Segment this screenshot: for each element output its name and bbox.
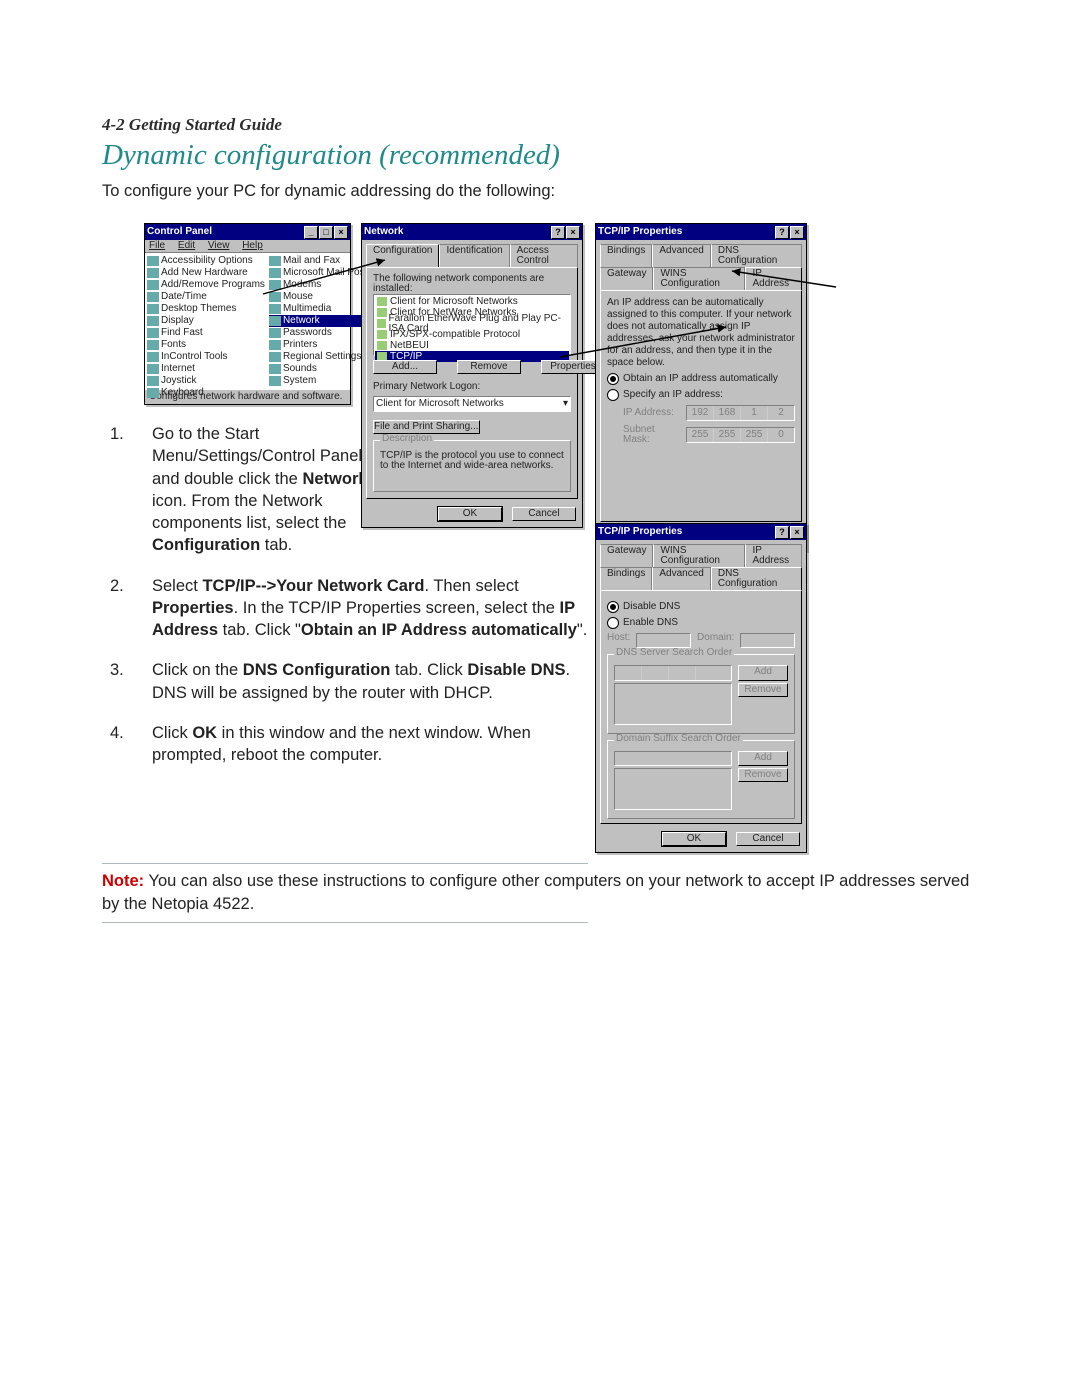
tab-wins[interactable]: WINS Configuration [653, 544, 745, 567]
cp-item[interactable]: Desktop Themes [147, 303, 265, 315]
radio-specify[interactable]: Specify an IP address: [607, 389, 795, 401]
tab-advanced[interactable]: Advanced [652, 244, 710, 267]
close-icon[interactable]: × [334, 226, 348, 239]
suffix-add-button: Add [738, 751, 788, 766]
control-panel-window: Control Panel _ □ × File Edit View Help … [144, 223, 351, 405]
tab-dns-config[interactable]: DNS Configuration [711, 567, 802, 590]
tab-configuration[interactable]: Configuration [366, 244, 439, 267]
dns-server-order-label: DNS Server Search Order [614, 648, 734, 658]
cp-item[interactable]: Add New Hardware [147, 267, 265, 279]
domain-label: Domain: [697, 633, 734, 648]
host-label: Host: [607, 633, 630, 648]
subnet-mask-label: Subnet Mask: [623, 425, 678, 445]
note-label: Note: [102, 872, 144, 890]
radio-enable-dns[interactable]: Enable DNS [607, 617, 795, 629]
cp-item[interactable]: InControl Tools [147, 351, 265, 363]
cp-item[interactable]: Joystick [147, 375, 265, 387]
tab-identification[interactable]: Identification [439, 244, 509, 267]
component-item[interactable]: Farallon EtherWave Plug and Play PC-ISA … [375, 318, 569, 329]
window-title: Network [364, 227, 403, 237]
step: 4.Click OK in this window and the next w… [102, 722, 592, 767]
domain-suffix-list [614, 768, 732, 810]
tab-ip-address[interactable]: IP Address [745, 267, 802, 290]
cp-item[interactable]: Accessibility Options [147, 255, 265, 267]
suffix-remove-button: Remove [738, 768, 788, 782]
tcpip-dns-dialog: TCP/IP Properties ? × Gateway WINS Confi… [595, 523, 807, 853]
ip-address-field: 19216812 [686, 405, 795, 421]
ok-button[interactable]: OK [438, 507, 502, 521]
dns-server-list [614, 683, 732, 725]
cp-item[interactable]: Fonts [147, 339, 265, 351]
cancel-button[interactable]: Cancel [736, 832, 800, 846]
tab-advanced[interactable]: Advanced [652, 567, 710, 590]
tab-dns-config[interactable]: DNS Configuration [711, 244, 802, 267]
dns-server-field [614, 665, 732, 681]
page-title: Dynamic configuration (recommended) [102, 139, 986, 172]
step: 2.Select TCP/IP-->Your Network Card. The… [102, 575, 592, 642]
step: 3.Click on the DNS Configuration tab. Cl… [102, 659, 592, 704]
note-paragraph: Note: You can also use these instruction… [102, 870, 986, 916]
components-label: The following network components are ins… [373, 274, 571, 294]
control-panel-list[interactable]: Accessibility OptionsAdd New HardwareAdd… [145, 252, 350, 389]
close-icon[interactable]: × [566, 226, 580, 239]
window-title: TCP/IP Properties [598, 527, 682, 537]
cp-item[interactable]: Internet [147, 363, 265, 375]
cp-item[interactable]: Keyboard [147, 387, 265, 399]
cancel-button[interactable]: Cancel [512, 507, 576, 521]
close-icon[interactable]: × [790, 226, 804, 239]
tcpip-ip-dialog: TCP/IP Properties ? × Bindings Advanced … [595, 223, 807, 551]
help-icon[interactable]: ? [775, 526, 789, 539]
tab-access-control[interactable]: Access Control [510, 244, 578, 267]
min-icon[interactable]: _ [304, 226, 318, 239]
note-body: You can also use these instructions to c… [102, 872, 969, 913]
menubar[interactable]: File Edit View Help [145, 240, 350, 252]
file-print-sharing-button[interactable]: File and Print Sharing... [373, 420, 480, 434]
description-text: TCP/IP is the protocol you use to connec… [380, 451, 564, 471]
titlebar: Control Panel _ □ × [145, 224, 350, 240]
host-field [636, 633, 691, 648]
description-label: Description [380, 434, 434, 444]
radio-obtain-auto[interactable]: Obtain an IP address automatically [607, 373, 795, 385]
tab-bindings[interactable]: Bindings [600, 567, 652, 590]
domain-suffix-order-label: Domain Suffix Search Order [614, 734, 743, 744]
cp-item[interactable]: Display [147, 315, 265, 327]
max-icon[interactable]: □ [319, 226, 333, 239]
tab-ip-address[interactable]: IP Address [745, 544, 802, 567]
section-ref: 4-2 Getting Started Guide [102, 115, 986, 135]
remove-button[interactable]: Remove [457, 360, 521, 374]
window-title: TCP/IP Properties [598, 227, 682, 237]
add-button[interactable]: Add... [373, 360, 437, 374]
ip-blurb: An IP address can be automatically assig… [607, 297, 795, 369]
help-icon[interactable]: ? [775, 226, 789, 239]
divider [102, 922, 588, 923]
cp-item[interactable]: Date/Time [147, 291, 265, 303]
radio-disable-dns[interactable]: Disable DNS [607, 601, 795, 613]
components-list[interactable]: Client for Microsoft NetworksClient for … [373, 294, 571, 356]
ok-button[interactable]: OK [662, 832, 726, 846]
component-item[interactable]: Client for Microsoft Networks [375, 296, 569, 307]
domain-field [740, 633, 795, 648]
tab-bindings[interactable]: Bindings [600, 244, 652, 267]
close-icon[interactable]: × [790, 526, 804, 539]
component-item[interactable]: NetBEUI [375, 340, 569, 351]
tab-wins[interactable]: WINS Configuration [653, 267, 745, 290]
tab-gateway[interactable]: Gateway [600, 544, 653, 567]
dns-remove-button: Remove [738, 683, 788, 697]
window-title: Control Panel [147, 227, 212, 237]
divider [102, 863, 588, 864]
help-icon[interactable]: ? [551, 226, 565, 239]
logon-select[interactable]: Client for Microsoft Networks▾ [373, 396, 571, 412]
ip-address-label: IP Address: [623, 408, 678, 418]
cp-item[interactable]: Find Fast [147, 327, 265, 339]
intro-text: To configure your PC for dynamic address… [102, 182, 986, 201]
logon-label: Primary Network Logon: [373, 382, 571, 392]
subnet-mask-field: 2552552550 [686, 427, 795, 443]
network-dialog: Network ? × Configuration Identification… [361, 223, 583, 528]
tab-gateway[interactable]: Gateway [600, 267, 653, 290]
dns-add-button: Add [738, 665, 788, 681]
cp-item[interactable]: Add/Remove Programs [147, 279, 265, 291]
domain-suffix-field [614, 751, 732, 766]
